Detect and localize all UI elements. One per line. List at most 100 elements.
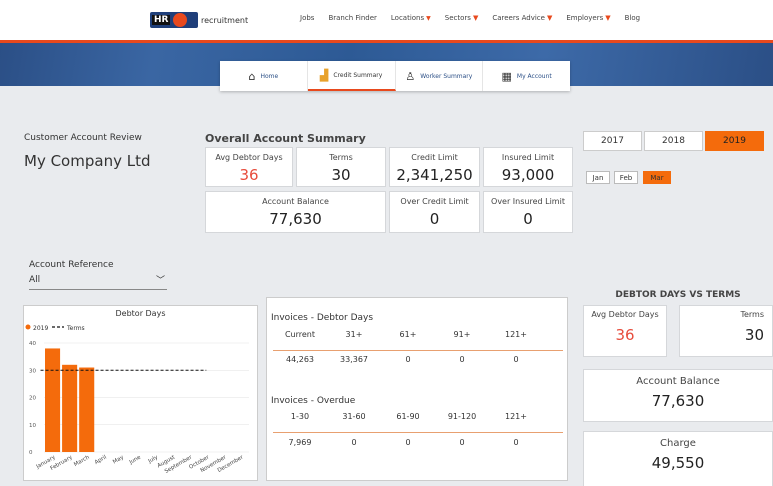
month-button-mar[interactable]: Mar xyxy=(643,171,671,184)
card-label: Account Balance xyxy=(262,197,329,206)
card-label: Avg Debtor Days xyxy=(591,310,659,319)
nav-link-sectors[interactable]: Sectors ▼ xyxy=(445,14,479,22)
nav-link-blog[interactable]: Blog xyxy=(625,14,640,22)
value-cell: 44,263 xyxy=(286,355,314,364)
tab-label: Home xyxy=(260,72,279,80)
y-tick-label: 30 xyxy=(29,368,36,374)
card-label: Avg Debtor Days xyxy=(215,153,283,162)
value-cell: 0 xyxy=(459,355,465,364)
logo-go-circle xyxy=(173,13,188,27)
card-value: 2,341,250 xyxy=(396,166,473,184)
summary-title: Overall Account Summary xyxy=(205,132,366,145)
bar-march xyxy=(79,367,95,452)
tab-label: My Account xyxy=(516,72,552,80)
value-cell: 0 xyxy=(459,438,465,447)
x-tick-label: April xyxy=(94,454,108,466)
tab-worker-summary[interactable]: ♙ Worker Summary xyxy=(396,61,484,91)
account-reference-label: Account Reference xyxy=(29,260,114,270)
debtor-vs-terms-title: DEBTOR DAYS VS TERMS xyxy=(615,290,741,300)
year-button-2019[interactable]: 2019 xyxy=(705,131,764,151)
card-credit-limit: Credit Limit 2,341,250 xyxy=(389,147,480,187)
nav-link-locations[interactable]: Locations ▼ xyxy=(391,14,431,22)
home-icon: ⌂ xyxy=(248,69,256,83)
nav-links: Jobs Branch Finder Locations ▼ Sectors ▼ C… xyxy=(300,14,640,22)
month-button-jan[interactable]: Jan xyxy=(586,171,610,184)
banner-accent-line xyxy=(0,40,773,43)
x-tick-label: May xyxy=(112,454,125,465)
nav-link-branch-finder[interactable]: Branch Finder xyxy=(328,14,376,22)
dropdown-arrow-icon: ▼ xyxy=(426,15,431,22)
card-value: 36 xyxy=(239,166,259,184)
tab-home[interactable]: ⌂ Home xyxy=(220,61,308,91)
legend-marker-2019 xyxy=(25,324,31,330)
card-avg-debtor-days: Avg Debtor Days 36 xyxy=(205,147,293,187)
x-tick-label: June xyxy=(128,454,143,466)
tab-credit-summary[interactable]: ▟ Credit Summary xyxy=(307,61,396,91)
card-dvt-avg-debtor-days: Avg Debtor Days 36 xyxy=(583,305,667,357)
card-over-insured-limit: Over Insured Limit 0 xyxy=(483,191,573,233)
tab-my-account[interactable]: ▦ My Account xyxy=(483,61,570,91)
header-divider xyxy=(273,350,563,351)
customer-review-label: Customer Account Review xyxy=(24,133,142,143)
card-insured-limit: Insured Limit 93,000 xyxy=(483,147,573,187)
card-label: Over Credit Limit xyxy=(400,197,469,206)
tab-label: Credit Summary xyxy=(333,71,383,79)
dropdown-arrow-icon: ▼ xyxy=(546,14,553,22)
card-label: Credit Limit xyxy=(411,153,458,162)
invoices-panel: Invoices - Debtor Days Current 31+ 61+ 9… xyxy=(266,297,568,481)
card-label: Charge xyxy=(660,438,696,449)
legend-label-terms: Terms xyxy=(66,325,85,332)
debtor-days-chart-panel: Debtor Days 2019 Terms 0 10 20 30 40 January Feb… xyxy=(23,305,258,481)
card-dvt-account-balance: Account Balance 77,630 xyxy=(583,369,773,422)
card-value: 0 xyxy=(429,210,440,228)
invoices-debtor-title: Invoices - Debtor Days xyxy=(271,313,374,323)
debtor-days-chart: 2019 Terms010203040JanuaryFebruary March Ap… xyxy=(25,324,249,475)
company-name: My Company Ltd xyxy=(24,152,151,170)
card-value: 0 xyxy=(523,210,533,228)
debtor-days-value-row: 44,263 33,367 0 0 0 xyxy=(273,355,543,364)
x-tick-label: March xyxy=(73,454,91,468)
card-terms: Terms 30 xyxy=(296,147,386,187)
month-button-feb[interactable]: Feb xyxy=(614,171,638,184)
header-cell: 1-30 xyxy=(290,412,310,421)
tab-label: Worker Summary xyxy=(420,72,473,80)
header-cell: 121+ xyxy=(505,330,527,339)
chart-icon: ▟ xyxy=(319,68,329,82)
header-cell: 91+ xyxy=(453,330,471,339)
calculator-icon: ▦ xyxy=(501,69,512,83)
logo-text: recruitment xyxy=(201,15,249,25)
header-divider xyxy=(273,432,563,433)
card-value: 77,630 xyxy=(651,392,705,410)
debtor-days-header-row: Current 31+ 61+ 91+ 121+ xyxy=(273,330,543,339)
bar-february xyxy=(62,364,78,452)
card-value: 77,630 xyxy=(269,210,322,228)
card-label: Insured Limit xyxy=(501,153,555,162)
y-tick-label: 20 xyxy=(29,396,36,402)
card-value: 30 xyxy=(331,166,351,184)
header-cell: 31+ xyxy=(345,330,363,339)
hrgo-logo[interactable]: HR recruitment xyxy=(150,11,248,29)
person-icon: ♙ xyxy=(405,69,416,83)
logo-hr-text: HR xyxy=(152,15,171,25)
year-button-2018[interactable]: 2018 xyxy=(644,131,703,151)
y-tick-label: 10 xyxy=(29,423,36,429)
overdue-header-row: 1-30 31-60 61-90 91-120 121+ xyxy=(273,412,543,421)
account-reference-dropdown[interactable]: All ﹀ xyxy=(29,275,167,290)
nav-link-employers[interactable]: Employers ▼ xyxy=(566,14,610,22)
value-cell: 0 xyxy=(513,438,519,447)
card-label: Terms xyxy=(740,310,764,319)
card-account-balance: Account Balance 77,630 xyxy=(205,191,386,233)
card-dvt-terms: Terms 30 xyxy=(679,305,773,357)
year-button-2017[interactable]: 2017 xyxy=(583,131,642,151)
card-over-credit-limit: Over Credit Limit 0 xyxy=(389,191,480,233)
chart-title: Debtor Days xyxy=(115,309,166,318)
logo-mark: HR xyxy=(150,12,198,28)
bar-january xyxy=(45,348,61,452)
header-cell: Current xyxy=(284,330,316,339)
dropdown-arrow-icon: ▼ xyxy=(605,14,611,22)
header-cell: 91-120 xyxy=(447,412,477,421)
nav-link-jobs[interactable]: Jobs xyxy=(300,14,314,22)
header-cell: 121+ xyxy=(505,412,527,421)
nav-link-careers-advice[interactable]: Careers Advice ▼ xyxy=(492,14,552,22)
value-cell: 33,367 xyxy=(340,355,368,364)
